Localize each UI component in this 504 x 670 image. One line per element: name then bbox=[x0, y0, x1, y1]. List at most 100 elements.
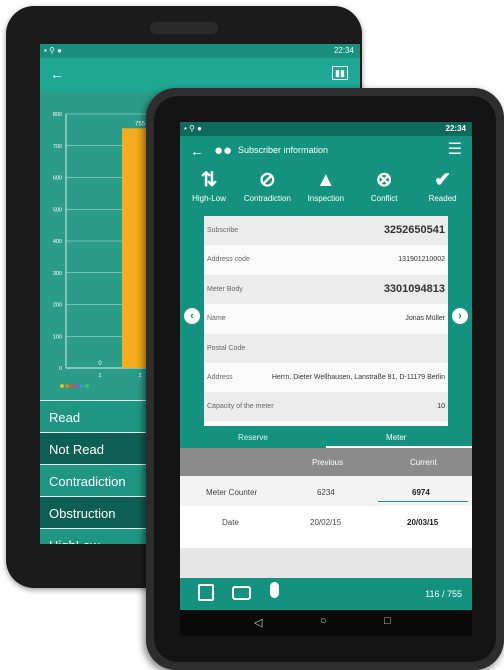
subscriber-info-section: ‹ Subscribe 3252650541 Address code 1319012… bbox=[180, 216, 472, 426]
info-label: Meter Body bbox=[207, 285, 243, 293]
front-tablet-screen: ▪ ⚲ ● 22:34 ← ●● Subscriber information … bbox=[180, 122, 472, 610]
info-value: 3301094813 bbox=[383, 282, 445, 295]
x-tick-label: 1 bbox=[98, 373, 101, 379]
toolbar-readed-button[interactable]: ✔ Readed bbox=[414, 166, 472, 203]
meter-table: Previous Current Meter Counter 6234 6974… bbox=[180, 448, 472, 548]
y-tick-label: 300 bbox=[53, 271, 62, 277]
legend-dot bbox=[85, 384, 89, 388]
toolbar-inspection-button[interactable]: ▲ Inspection bbox=[297, 166, 355, 203]
no-entry-icon: ⊘ bbox=[259, 169, 276, 191]
save-icon[interactable] bbox=[198, 584, 214, 601]
info-row: Subscribe 3252650541 bbox=[204, 216, 448, 245]
page-counter: 116 / 755 bbox=[425, 589, 462, 599]
cancel-icon: ⊗ bbox=[375, 169, 393, 191]
previous-date: 20/02/15 bbox=[310, 518, 342, 527]
previous-arrow-icon[interactable]: ‹ bbox=[184, 308, 200, 324]
y-tick-label: 600 bbox=[53, 176, 62, 182]
status-icons: ▪ ⚲ ● bbox=[184, 124, 202, 133]
nav-recents-icon[interactable]: □ bbox=[384, 615, 391, 627]
status-icons: ▪ ⚲ ● bbox=[44, 46, 62, 55]
tab-reserve[interactable]: Reserve bbox=[238, 433, 268, 442]
bottom-bar: 116 / 755 bbox=[180, 578, 472, 610]
status-bar: ▪ ⚲ ● 22:34 bbox=[180, 122, 472, 136]
info-label: Capacity of the meter bbox=[207, 403, 274, 411]
app-title: Subscriber information bbox=[238, 145, 329, 155]
tab-meter[interactable]: Meter bbox=[386, 433, 406, 442]
microphone-icon[interactable] bbox=[270, 582, 279, 598]
y-tick-label: 800 bbox=[53, 112, 62, 118]
info-value: 10 bbox=[437, 403, 445, 411]
info-value: 131901210002 bbox=[398, 256, 445, 264]
print-icon[interactable] bbox=[232, 586, 251, 600]
y-tick-label: 200 bbox=[53, 303, 62, 309]
current-date: 20/03/15 bbox=[407, 518, 439, 527]
sort-arrows-icon: ⇅ bbox=[200, 169, 218, 191]
info-label: Address code bbox=[207, 256, 250, 264]
info-value: 3252650541 bbox=[383, 224, 445, 236]
y-tick-label: 0 bbox=[59, 366, 62, 372]
tab-bar: Reserve Meter bbox=[180, 426, 472, 448]
action-toolbar: ⇅ High-Low ⊘ Contradiction ▲ Inspection ⊗ Confl… bbox=[180, 166, 472, 216]
app-bar: ← ▮▮ bbox=[40, 58, 360, 92]
back-arrow-icon[interactable]: ← bbox=[190, 143, 204, 159]
checkmark-icon: ✔ bbox=[434, 169, 451, 191]
status-time: 22:34 bbox=[445, 124, 466, 133]
table-row: Meter Counter 6234 6974 bbox=[180, 476, 472, 506]
info-label: Name bbox=[207, 315, 226, 323]
legend-dot bbox=[80, 384, 84, 388]
back-camera-slot bbox=[150, 22, 218, 34]
menu-icon[interactable]: ☰ bbox=[448, 142, 462, 158]
x-tick-label: 2 bbox=[138, 373, 141, 379]
android-nav-bar: ◁ ○ □ bbox=[180, 610, 472, 636]
table-header: Previous Current bbox=[180, 448, 472, 476]
toolbar-label: Inspection bbox=[307, 194, 345, 203]
legend-dot bbox=[70, 384, 74, 388]
info-row: Address code 131901210002 bbox=[204, 245, 448, 274]
next-arrow-icon[interactable]: › bbox=[452, 308, 468, 324]
y-tick-label: 700 bbox=[53, 144, 62, 150]
toolbar-label: Contradiction bbox=[243, 194, 291, 203]
subscriber-group-icon: ●● bbox=[214, 142, 233, 159]
back-arrow-icon[interactable]: ← bbox=[50, 66, 64, 82]
info-panel: Subscribe 3252650541 Address code 131901210… bbox=[204, 216, 448, 426]
toolbar-label: Readed bbox=[428, 194, 457, 203]
header-previous: Previous bbox=[312, 458, 344, 467]
nav-back-icon[interactable]: ◁ bbox=[254, 616, 262, 629]
data-label: 0 bbox=[98, 361, 102, 367]
info-value: Jonas Müller bbox=[405, 315, 445, 323]
y-tick-label: 400 bbox=[53, 239, 62, 245]
empty-area bbox=[180, 548, 472, 578]
toolbar-conflict-button[interactable]: ⊗ Conflict bbox=[355, 166, 413, 203]
status-bar: ▪ ⚲ ● 22:34 bbox=[40, 44, 360, 58]
row-label-date: Date bbox=[222, 518, 239, 527]
app-bar: ← ●● Subscriber information ☰ bbox=[180, 136, 472, 166]
status-time: 22:34 bbox=[333, 46, 354, 55]
warning-icon: ▲ bbox=[315, 169, 336, 191]
toolbar-high-low-button[interactable]: ⇅ High-Low bbox=[180, 166, 238, 203]
row-label-meter-counter: Meter Counter bbox=[206, 488, 258, 497]
y-tick-label: 100 bbox=[53, 334, 62, 340]
info-row: Capacity of the meter 10 bbox=[204, 392, 448, 422]
info-row: Name Jonas Müller bbox=[204, 304, 448, 333]
legend-dot bbox=[65, 384, 69, 388]
info-label: Postal Code bbox=[207, 344, 246, 352]
y-tick-label: 500 bbox=[53, 207, 62, 213]
legend-dot bbox=[75, 384, 79, 388]
previous-meter-counter: 6234 bbox=[317, 488, 335, 497]
info-row: Postal Code bbox=[204, 333, 448, 363]
info-row: Address Herrn, Dieter Wellhausen, Lanstra… bbox=[204, 363, 448, 392]
toolbar-label: Conflict bbox=[370, 194, 398, 203]
info-value: Herrn, Dieter Wellhausen, Lanstraße 81, … bbox=[271, 374, 445, 381]
info-label: Address bbox=[207, 374, 233, 381]
table-row: Date 20/02/15 20/03/15 bbox=[180, 506, 472, 536]
legend-dot bbox=[60, 384, 64, 388]
info-label: Subscribe bbox=[207, 227, 239, 234]
current-meter-counter-input[interactable]: 6974 bbox=[412, 488, 430, 497]
data-label: 755 bbox=[135, 121, 146, 127]
chart-icon[interactable]: ▮▮ bbox=[332, 66, 348, 80]
header-current: Current bbox=[410, 458, 437, 467]
toolbar-contradiction-button[interactable]: ⊘ Contradiction bbox=[238, 166, 296, 203]
toolbar-label: High-Low bbox=[192, 194, 226, 203]
info-row: Meter Body 3301094813 bbox=[204, 274, 448, 304]
nav-home-icon[interactable]: ○ bbox=[320, 615, 327, 627]
